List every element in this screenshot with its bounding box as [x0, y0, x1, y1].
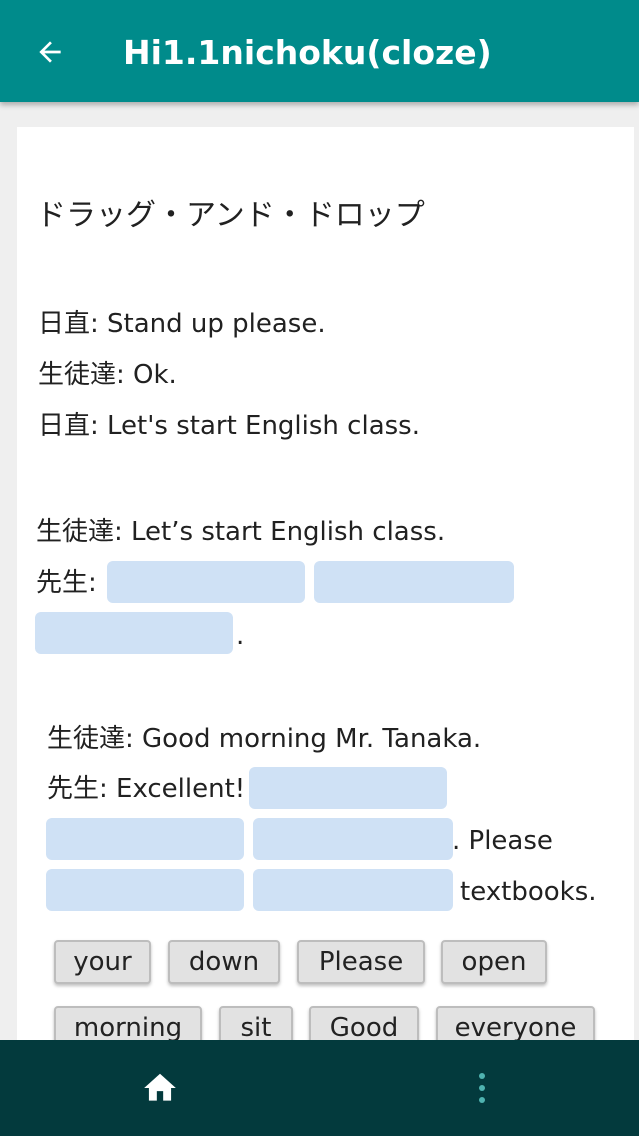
word-chip-open[interactable]: open [441, 940, 547, 984]
blank-slot[interactable] [314, 561, 514, 603]
word-chip-your[interactable]: your [54, 940, 151, 984]
blank-slot[interactable] [35, 612, 233, 654]
home-icon [144, 1073, 176, 1101]
dialogue-line: 先生: [36, 568, 97, 598]
word-chip-down[interactable]: down [168, 940, 280, 984]
exercise-heading: ドラッグ・アンド・ドロップ [36, 198, 425, 233]
sentence-fragment: . Please [452, 826, 553, 856]
blank-slot[interactable] [46, 818, 244, 860]
word-chip-please[interactable]: Please [297, 940, 425, 984]
blank-slot[interactable] [253, 869, 453, 911]
word-chip-good[interactable]: Good [309, 1006, 419, 1042]
blank-slot[interactable] [107, 561, 305, 603]
blank-slot[interactable] [249, 767, 447, 809]
bottom-nav-bar [0, 1040, 639, 1136]
sentence-fragment: textbooks. [460, 877, 597, 907]
dialogue-line: 生徒達: Good morning Mr. Tanaka. [47, 724, 482, 754]
app-bar: Hi1.1nichoku(cloze) [0, 0, 639, 102]
word-chip-sit[interactable]: sit [219, 1006, 293, 1042]
dialogue-line: 生徒達: Let’s start English class. [36, 517, 446, 547]
exercise-card: ドラッグ・アンド・ドロップ 日直: Stand up please. 生徒達: … [17, 127, 634, 1042]
dialogue-line: 生徒達: Ok. [38, 360, 177, 390]
more-vert-icon [479, 1073, 485, 1103]
blank-slot[interactable] [253, 818, 453, 860]
dialogue-line: 日直: Stand up please. [38, 309, 326, 339]
word-chip-everyone[interactable]: everyone [436, 1006, 595, 1042]
home-button[interactable] [130, 1062, 190, 1114]
more-options-button[interactable] [458, 1062, 506, 1114]
blank-slot[interactable] [46, 869, 244, 911]
app-title: Hi1.1nichoku(cloze) [123, 32, 492, 72]
arrow-left-icon [39, 41, 61, 63]
dialogue-line: 日直: Let's start English class. [38, 411, 420, 441]
back-button[interactable] [22, 28, 78, 76]
word-chip-morning[interactable]: morning [54, 1006, 202, 1042]
dialogue-line: 先生: Excellent! [47, 774, 246, 804]
sentence-period: . [236, 621, 245, 651]
